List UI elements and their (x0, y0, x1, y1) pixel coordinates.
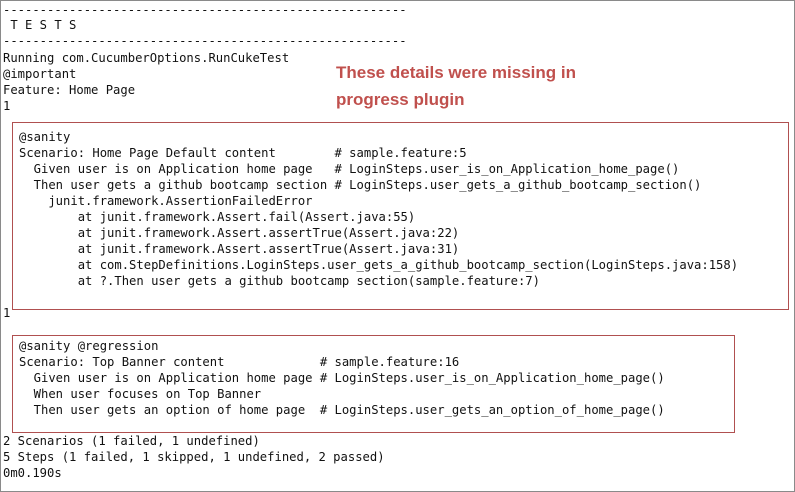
scenario-1-given-step: Given user is on Application home page #… (19, 162, 680, 176)
scenario-1-tag: @sanity (19, 130, 71, 144)
scenario-1-error: junit.framework.AssertionFailedError (19, 194, 313, 208)
duration: 0m0.190s (3, 466, 62, 480)
scenario-2-given-step: Given user is on Application home page #… (19, 371, 665, 385)
stack-trace-line: at junit.framework.Assert.assertTrue(Ass… (19, 242, 460, 256)
scenario-1-then-step: Then user gets a github bootcamp section… (19, 178, 702, 192)
stack-trace-line: at ?.Then user gets a github bootcamp se… (19, 274, 540, 288)
scenario-2-title: Scenario: Top Banner content # sample.fe… (19, 355, 460, 369)
stack-trace-line: at com.StepDefinitions.LoginSteps.user_g… (19, 258, 739, 272)
tests-header: T E S T S (3, 18, 77, 32)
stack-trace-line: at junit.framework.Assert.assertTrue(Ass… (19, 226, 460, 240)
count-line-2: 1 (3, 306, 11, 320)
scenario-2-tags: @sanity @regression (19, 339, 159, 353)
tag-important: @important (3, 67, 77, 81)
annotation-line-1: These details were missing in (336, 63, 576, 82)
separator-top: ----------------------------------------… (3, 3, 407, 17)
annotation-line-2: progress plugin (336, 90, 465, 109)
feature-line: Feature: Home Page (3, 83, 136, 97)
running-line: Running com.CucumberOptions.RunCukeTest (3, 51, 290, 65)
stack-trace-line: at junit.framework.Assert.fail(Assert.ja… (19, 210, 416, 224)
summary-steps: 5 Steps (1 failed, 1 skipped, 1 undefine… (3, 450, 385, 464)
count-line-1: 1 (3, 99, 11, 113)
scenario-2-when-step: When user focuses on Top Banner (19, 387, 262, 401)
summary-scenarios: 2 Scenarios (1 failed, 1 undefined) (3, 434, 260, 448)
scenario-1-title: Scenario: Home Page Default content # sa… (19, 146, 467, 160)
separator-bottom: ----------------------------------------… (3, 34, 407, 48)
scenario-2-then-step: Then user gets an option of home page # … (19, 403, 665, 417)
